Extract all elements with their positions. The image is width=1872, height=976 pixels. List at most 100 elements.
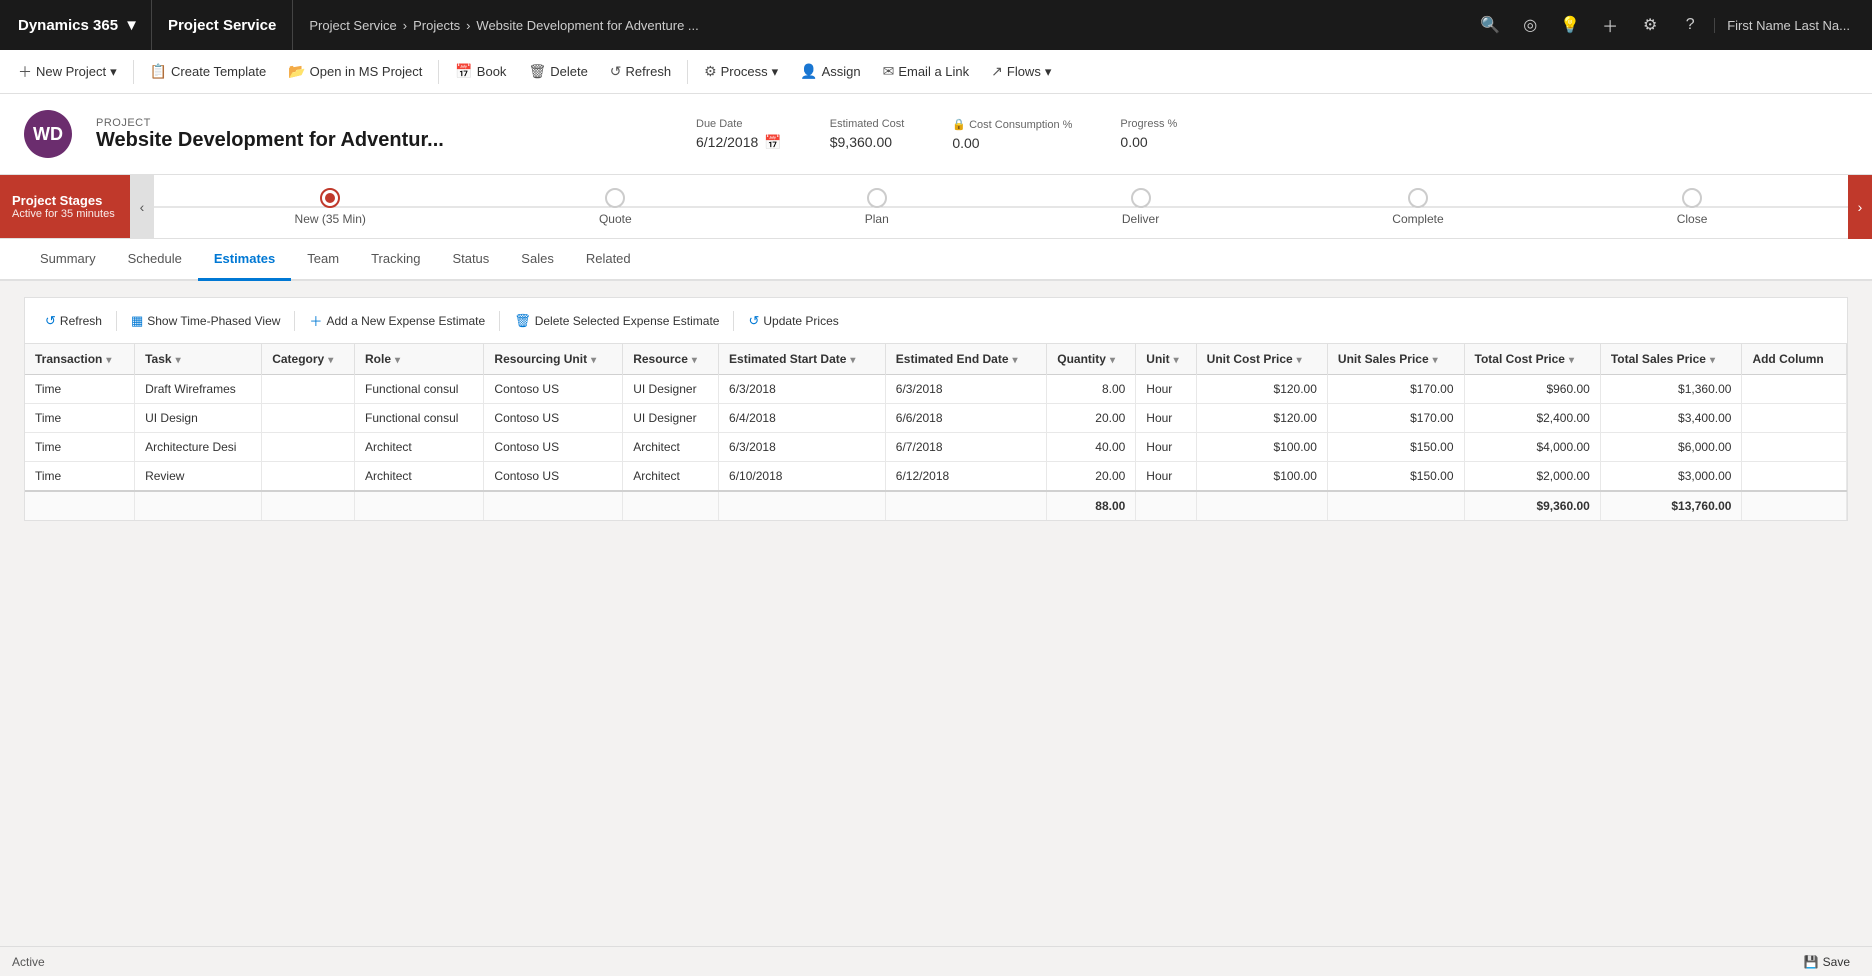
tab-team[interactable]: Team [291, 239, 355, 281]
table-cell: 6/6/2018 [885, 404, 1046, 433]
table-row[interactable]: TimeReviewArchitectContoso USArchitect6/… [25, 462, 1847, 492]
sort-icon-end-date[interactable]: ▾ [1013, 355, 1018, 366]
sort-icon-total-sales-price[interactable]: ▾ [1710, 355, 1715, 366]
module-label: Project Service [152, 0, 293, 50]
col-add-column[interactable]: Add Column [1742, 344, 1847, 375]
table-cell [1742, 375, 1847, 404]
new-project-button[interactable]: ＋ New Project ▾ [8, 56, 127, 88]
tab-tracking[interactable]: Tracking [355, 239, 436, 281]
save-button[interactable]: 💾 Save [1794, 951, 1860, 973]
sort-icon-quantity[interactable]: ▾ [1110, 355, 1115, 366]
delete-button[interactable]: 🗑 Delete [518, 57, 597, 86]
footer-start-date [719, 491, 886, 520]
email-icon: ✉ [883, 63, 895, 80]
sort-icon-resourcing-unit[interactable]: ▾ [591, 355, 596, 366]
show-time-phased-label: Show Time-Phased View [147, 314, 280, 328]
tab-status[interactable]: Status [436, 239, 505, 281]
footer-category [262, 491, 355, 520]
sort-icon-start-date[interactable]: ▾ [850, 355, 855, 366]
stage-name-deliver: Deliver [1122, 212, 1159, 226]
settings-icon[interactable]: ⚙ [1634, 9, 1666, 41]
refresh-button[interactable]: ↺ Refresh [600, 57, 681, 86]
tab-estimates[interactable]: Estimates [198, 239, 291, 281]
stage-item-deliver[interactable]: Deliver [1122, 188, 1159, 226]
table-cell: Architect [623, 433, 719, 462]
sort-icon-resource[interactable]: ▾ [692, 355, 697, 366]
table-row[interactable]: TimeArchitecture DesiArchitectContoso US… [25, 433, 1847, 462]
stage-bar: Project Stages Active for 35 minutes ‹ N… [0, 175, 1872, 239]
tab-schedule[interactable]: Schedule [112, 239, 198, 281]
create-template-button[interactable]: 📋 Create Template [140, 57, 277, 86]
sort-icon-transaction[interactable]: ▾ [106, 355, 111, 366]
col-task: Task▾ [135, 344, 262, 375]
breadcrumb-item-2[interactable]: Projects [413, 18, 460, 33]
book-icon: 📅 [455, 63, 472, 80]
table-row[interactable]: TimeDraft WireframesFunctional consulCon… [25, 375, 1847, 404]
book-button[interactable]: 📅 Book [445, 57, 516, 86]
user-profile[interactable]: First Name Last Na... [1714, 18, 1862, 33]
sort-icon-unit-cost-price[interactable]: ▾ [1297, 355, 1302, 366]
project-header: WD PROJECT Website Development for Adven… [0, 94, 1872, 175]
update-prices-button[interactable]: ↺ Update Prices [740, 308, 846, 334]
question-icon[interactable]: ? [1674, 9, 1706, 41]
delete-expense-button[interactable]: 🗑 Delete Selected Expense Estimate [506, 308, 727, 334]
flows-button[interactable]: ↗ Flows ▾ [981, 57, 1061, 86]
create-template-label: Create Template [171, 64, 266, 79]
tab-sales[interactable]: Sales [505, 239, 570, 281]
sort-icon-category[interactable]: ▾ [328, 355, 333, 366]
update-prices-icon: ↺ [748, 313, 759, 329]
sort-icon-unit[interactable]: ▾ [1174, 355, 1179, 366]
footer-add-column [1742, 491, 1847, 520]
breadcrumb-item-1[interactable]: Project Service [309, 18, 396, 33]
status-save: 💾 Save [1794, 951, 1860, 973]
sort-icon-unit-sales-price[interactable]: ▾ [1433, 355, 1438, 366]
status-bar: Active 💾 Save [0, 946, 1872, 976]
create-template-icon: 📋 [150, 63, 167, 80]
footer-total-cost-price: $9,360.00 [1464, 491, 1600, 520]
sort-icon-role[interactable]: ▾ [395, 355, 400, 366]
grid-sep-2 [294, 311, 295, 331]
grid-refresh-button[interactable]: ↺ Refresh [37, 308, 110, 334]
tab-summary[interactable]: Summary [24, 239, 112, 281]
sort-icon-task[interactable]: ▾ [176, 355, 181, 366]
stage-item-quote[interactable]: Quote [599, 188, 632, 226]
brand-logo[interactable]: Dynamics 365 ▼ [10, 0, 152, 50]
process-button[interactable]: ⚙ Process ▾ [694, 57, 788, 86]
tab-related[interactable]: Related [570, 239, 647, 281]
stage-circle-quote [605, 188, 625, 208]
footer-end-date [885, 491, 1046, 520]
due-date-value: 6/12/2018 📅 [696, 134, 782, 151]
col-category: Category▾ [262, 344, 355, 375]
stage-nav-right-button[interactable]: › [1848, 175, 1872, 239]
search-icon[interactable]: 🔍 [1474, 9, 1506, 41]
book-label: Book [477, 64, 507, 79]
project-type-label: PROJECT [96, 117, 672, 129]
add-expense-button[interactable]: ＋ Add a New Expense Estimate [301, 306, 493, 335]
cost-consumption-field: 🔒 Cost Consumption % 0.00 [952, 118, 1072, 151]
new-icon[interactable]: ＋ [1594, 9, 1626, 41]
progress-label: Progress % [1120, 118, 1177, 130]
calendar-icon[interactable]: 📅 [764, 134, 781, 151]
email-link-button[interactable]: ✉ Email a Link [873, 57, 980, 86]
stage-item-plan[interactable]: Plan [865, 188, 889, 226]
table-cell: Functional consul [355, 375, 484, 404]
add-expense-icon: ＋ [309, 311, 322, 330]
stage-item-new[interactable]: New (35 Min) [295, 188, 366, 226]
open-ms-project-button[interactable]: 📂 Open in MS Project [278, 57, 432, 86]
estimated-cost-label: Estimated Cost [830, 118, 905, 130]
breadcrumb-sep-1: › [403, 18, 407, 33]
col-quantity: Quantity▾ [1047, 344, 1136, 375]
show-time-phased-button[interactable]: ▦ Show Time-Phased View [123, 308, 288, 334]
recent-icon[interactable]: ◎ [1514, 9, 1546, 41]
help-lightbulb-icon[interactable]: 💡 [1554, 9, 1586, 41]
stage-item-complete[interactable]: Complete [1392, 188, 1443, 226]
stage-nav-left-button[interactable]: ‹ [130, 175, 154, 239]
stage-item-close[interactable]: Close [1677, 188, 1708, 226]
table-cell: 6/4/2018 [719, 404, 886, 433]
col-role: Role▾ [355, 344, 484, 375]
stage-circle-plan [867, 188, 887, 208]
sort-icon-total-cost-price[interactable]: ▾ [1569, 355, 1574, 366]
footer-unit [1136, 491, 1196, 520]
table-row[interactable]: TimeUI DesignFunctional consulContoso US… [25, 404, 1847, 433]
assign-button[interactable]: 👤 Assign [790, 57, 870, 86]
